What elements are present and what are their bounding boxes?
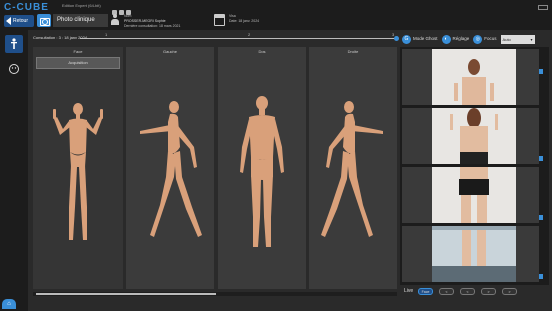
mode-reglage-label: Réglage	[452, 35, 470, 41]
panel-gauche: Gauche	[126, 47, 214, 289]
ghost-icon: G	[402, 34, 411, 44]
avatar-back	[240, 96, 284, 247]
adjust-icon: ◐	[441, 34, 451, 44]
focus-select[interactable]: Auto	[500, 34, 535, 44]
live-next-button[interactable]: >	[481, 288, 496, 295]
timeline-step-1[interactable]: 1	[105, 32, 107, 37]
avatar-left	[140, 101, 202, 237]
photo-feet-slider[interactable]	[539, 226, 543, 282]
mode-toolbar: G Mode Ghost ◐ Réglage ◎ Focus Auto	[402, 33, 535, 45]
edition-label: Edition Expert (64-bit)	[62, 3, 101, 8]
mode-focus-label: Focus	[484, 35, 497, 41]
patient-icon	[110, 14, 120, 26]
avatar-front	[53, 103, 103, 240]
visit-info: Visa Date: 18 janv. 2024	[229, 14, 259, 24]
slider-handle[interactable]	[539, 156, 543, 161]
top-bar: C-CUBE Edition Expert (64-bit) Retour Ph…	[0, 0, 552, 30]
live-next2-button[interactable]: >	[502, 288, 517, 295]
back-label: Retour	[13, 18, 29, 24]
mode-reglage[interactable]: ◐ Réglage	[441, 34, 470, 44]
toolbar-icons	[112, 2, 136, 15]
timeline-current-dot[interactable]	[394, 36, 399, 41]
mode-ghost[interactable]: G Mode Ghost	[402, 34, 438, 44]
live-face-button[interactable]: Face	[418, 288, 433, 295]
last-consult: Dernière consultation: 18 mars 2021	[124, 24, 181, 28]
photo-strip	[400, 47, 549, 285]
window-control[interactable]	[538, 5, 548, 10]
face-scan-icon[interactable]	[5, 60, 23, 78]
photo-face[interactable]	[402, 49, 543, 105]
photo-feet-image	[432, 226, 516, 282]
panel-dos: Dos	[218, 47, 306, 289]
avatar-right	[321, 101, 383, 237]
panel-face: Face Acquisition	[33, 47, 123, 289]
photo-back-lower-slider[interactable]	[539, 167, 543, 223]
home-icon[interactable]: ⌂	[2, 299, 16, 309]
app-brand: C-CUBE	[4, 2, 49, 13]
slider-handle[interactable]	[539, 69, 543, 74]
camera-icon[interactable]	[37, 14, 51, 27]
photo-back-lower-image	[432, 167, 516, 223]
live-prev-button[interactable]: <	[439, 288, 454, 295]
panel-droite: Droite	[309, 47, 397, 289]
photo-back-upper[interactable]	[402, 108, 543, 164]
photo-back-lower[interactable]	[402, 167, 543, 223]
consultation-label: Consultation : 3 : 18 janv 2024	[33, 35, 88, 40]
posture-icon[interactable]	[5, 35, 23, 53]
patient-info: Nom PROSSER-MEGRI Sophie Dernière consul…	[124, 14, 180, 29]
page-title: Photo clinique	[53, 14, 108, 27]
back-button[interactable]: Retour	[4, 15, 34, 27]
mode-ghost-label: Mode Ghost	[413, 35, 438, 41]
live-prev2-button[interactable]: <	[460, 288, 475, 295]
photo-face-image	[432, 49, 516, 105]
visit-date: Date: 18 janv. 2024	[229, 19, 260, 23]
calendar-icon	[214, 14, 225, 26]
photo-face-slider[interactable]	[539, 49, 543, 105]
live-label: Live	[404, 288, 414, 294]
slider-handle[interactable]	[539, 215, 543, 220]
sidebar: ⌂	[0, 30, 28, 311]
back-arrow-icon	[6, 17, 11, 25]
photo-feet[interactable]	[402, 226, 543, 282]
app-window: C-CUBE Edition Expert (64-bit) Retour Ph…	[0, 0, 552, 311]
mode-focus[interactable]: ◎ Focus	[473, 34, 497, 44]
timeline-step-2[interactable]: 2	[248, 32, 250, 37]
slider-handle[interactable]	[539, 274, 543, 279]
consultation-timeline[interactable]	[80, 38, 396, 39]
panels-scrollbar[interactable]	[33, 292, 397, 296]
photo-back-upper-slider[interactable]	[539, 108, 543, 164]
scroll-thumb[interactable]	[36, 293, 216, 295]
photo-back-upper-image	[432, 108, 516, 164]
focus-icon: ◎	[473, 34, 483, 44]
